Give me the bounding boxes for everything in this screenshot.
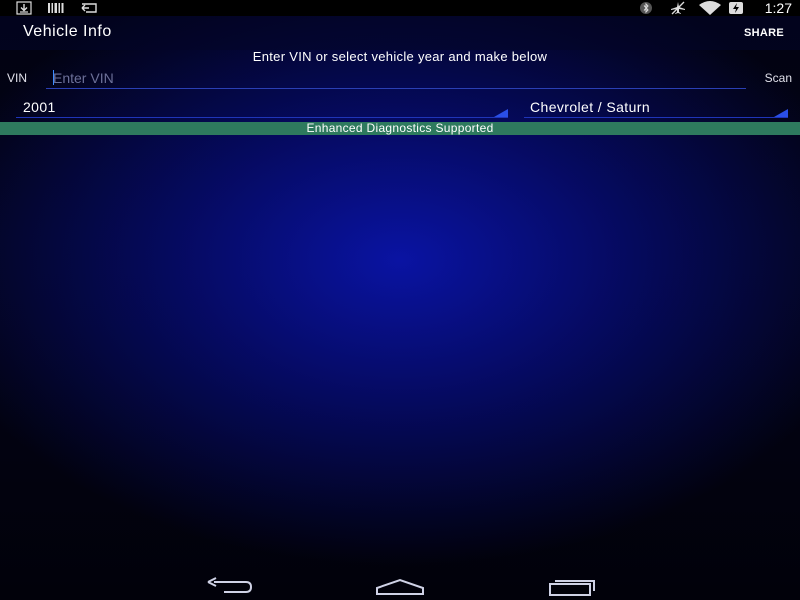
year-spinner[interactable]: 2001 — [16, 96, 508, 118]
download-icon — [16, 1, 32, 15]
dropdown-arrow-icon — [774, 109, 788, 117]
dropdown-arrow-icon — [494, 109, 508, 117]
back-icon[interactable] — [204, 576, 254, 596]
airplane-mode-icon — [671, 1, 685, 15]
status-clock: 1:27 — [764, 0, 792, 16]
make-spinner-value: Chevrolet / Saturn — [530, 99, 651, 115]
wifi-icon — [699, 1, 721, 15]
scan-button[interactable]: Scan — [765, 71, 792, 85]
cast-icon — [81, 3, 97, 13]
vin-input[interactable] — [46, 67, 746, 89]
barcode-icon — [48, 3, 64, 13]
page-title: Vehicle Info — [23, 23, 112, 40]
make-spinner[interactable]: Chevrolet / Saturn — [524, 96, 788, 118]
diagnostics-banner: Enhanced Diagnostics Supported — [0, 122, 800, 135]
recent-apps-icon[interactable] — [547, 576, 597, 596]
share-button[interactable]: SHARE — [744, 27, 784, 39]
app-screen: 1:27 Vehicle Info SHARE Enter VIN or sel… — [0, 0, 800, 600]
bluetooth-icon — [640, 2, 652, 14]
text-cursor — [53, 70, 54, 85]
status-bar: 1:27 — [0, 0, 800, 16]
battery-charging-icon — [729, 2, 743, 14]
home-icon[interactable] — [374, 576, 426, 596]
action-bar: Vehicle Info SHARE — [0, 16, 800, 50]
year-spinner-value: 2001 — [23, 99, 56, 115]
navigation-bar — [0, 572, 800, 600]
vin-label: VIN — [7, 71, 28, 85]
instruction-text: Enter VIN or select vehicle year and mak… — [252, 49, 548, 64]
